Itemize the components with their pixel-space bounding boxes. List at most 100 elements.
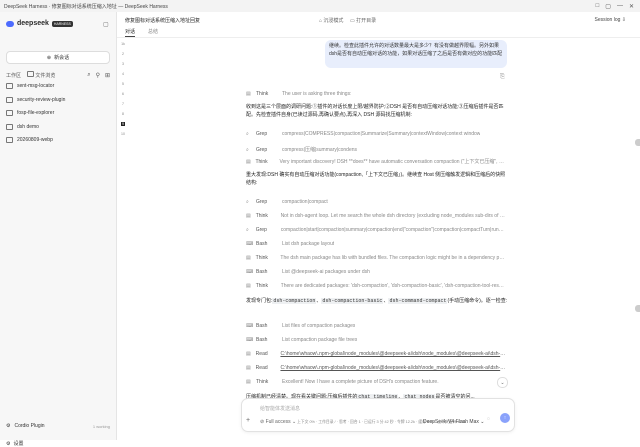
- window-close-icon[interactable]: ✕: [629, 3, 634, 10]
- plugin-row[interactable]: ⚙ Cordio Plugin 1 working: [6, 423, 110, 429]
- tool-detail: compaction|compact: [282, 199, 328, 205]
- tool-name: Read: [255, 351, 268, 357]
- tool-call-row[interactable]: ⌕ Grep compress|压缩|summary|condens: [246, 146, 506, 154]
- filter-icon[interactable]: ⚲: [96, 72, 100, 79]
- tool-detail: compress|压缩|summary|condens: [282, 147, 358, 153]
- tool-call-row[interactable]: ▤ Read C:\home\whaow\.npm-global\node_modu…: [246, 365, 506, 371]
- scroll-down-button[interactable]: ⌄: [497, 377, 508, 388]
- project-label: security-review-plugin: [17, 97, 66, 103]
- tool-call-row[interactable]: ▤ Think Very important discovery! DSH **do…: [246, 158, 506, 166]
- send-button[interactable]: ↑: [500, 413, 510, 423]
- ruler-tick[interactable]: 3: [122, 62, 124, 66]
- grep-icon: ⌕: [246, 199, 249, 205]
- new-chat-button[interactable]: ⊕ 新会话: [6, 51, 110, 64]
- tool-call-row[interactable]: ▤ Think The dsh main package has lib with …: [246, 255, 506, 261]
- folder-icon: [6, 110, 13, 116]
- assistant-paragraph: 重大发现:DSH 确实有自动压缩对话功能(compaction,「上下文已压缩」…: [246, 172, 506, 186]
- tool-detail[interactable]: C:\home\whaow\.npm-global\node_modules\@…: [280, 351, 506, 357]
- folder-icon: [27, 71, 35, 77]
- open-dir-button[interactable]: ▭ 打开目录: [350, 17, 376, 24]
- tool-call-row[interactable]: ⌕ Grep compaction|compact: [246, 199, 506, 205]
- attach-icon[interactable]: +: [246, 417, 250, 424]
- plugin-name: Cordio Plugin: [14, 423, 45, 429]
- project-item[interactable]: dsh demo: [6, 124, 110, 130]
- gear-icon: ⚙: [6, 440, 11, 447]
- tool-call-row[interactable]: ⌕ Grep compress|COMPRESS|compaction|Summar…: [246, 131, 506, 137]
- project-item[interactable]: security-review-plugin: [6, 97, 110, 103]
- ruler-tick[interactable]: 8: [122, 112, 124, 116]
- tool-detail: The user is asking three things:: [282, 91, 352, 97]
- tool-call-row[interactable]: ▤ Think There are dedicated packages: 'dsh…: [246, 283, 506, 289]
- tool-name: Think: [255, 158, 268, 165]
- think-icon: ▤: [246, 255, 251, 261]
- tool-call-row[interactable]: ▤ Read C:\home\whaow\.npm-global\node_modu…: [246, 351, 506, 357]
- workspace-row: 工作区 文件浏览 ⌕ ⚲ ⊞: [6, 71, 110, 79]
- project-item[interactable]: fosp-file-explorer: [6, 110, 110, 116]
- add-folder-icon[interactable]: ⊞: [105, 72, 110, 79]
- access-selector[interactable]: ⊘ Full access ⌄: [260, 419, 296, 425]
- project-item[interactable]: 20260809-webp: [6, 137, 110, 143]
- file-browser-tab[interactable]: 文件浏览: [27, 71, 55, 79]
- sidebar-collapse-icon[interactable]: ▢: [103, 21, 109, 28]
- tool-name: Bash: [256, 241, 268, 247]
- window-restore-icon[interactable]: ▢: [605, 3, 611, 10]
- ruler-tick-current[interactable]: 9: [121, 122, 125, 126]
- tool-name: Bash: [256, 269, 268, 275]
- window-minimize-icon[interactable]: —: [617, 3, 623, 10]
- ruler-tick[interactable]: 4: [122, 72, 124, 76]
- tool-detail: List @deepseek-ai packages under dsh: [282, 269, 370, 275]
- tool-call-row[interactable]: ⌨ Bash List compaction package file trees: [246, 337, 506, 343]
- inline-code: dsh-compaction-basic: [321, 298, 384, 304]
- tab-summary[interactable]: 总结: [148, 28, 158, 35]
- tool-call-row[interactable]: ⌨ Bash List files of compaction packages: [246, 323, 506, 329]
- tool-detail: There are dedicated packages: 'dsh-compa…: [280, 283, 506, 289]
- search-icon[interactable]: ⌕: [87, 72, 90, 79]
- tool-call-row[interactable]: ▤ Think The user is asking three things:: [246, 91, 506, 97]
- arrow-up-icon: ↑: [503, 415, 507, 421]
- tool-call-row[interactable]: ⌨ Bash List dsh package layout: [246, 241, 506, 247]
- workspace-tools: ⌕ ⚲ ⊞: [87, 72, 110, 79]
- tool-name: Think: [256, 91, 269, 97]
- tool-call-row[interactable]: ⌨ Bash List @deepseek-ai packages under ds…: [246, 269, 506, 275]
- tool-name: Grep: [256, 146, 268, 153]
- loading-icon: ◌: [487, 416, 490, 422]
- folder-icon: [6, 97, 13, 103]
- ruler-tick[interactable]: 6: [122, 92, 124, 96]
- bash-icon: ⌨: [246, 241, 254, 247]
- tool-detail[interactable]: C:\home\whaow\.npm-global\node_modules\@…: [280, 365, 506, 371]
- tool-call-row[interactable]: ⌕ Grep compaction|start|compaction|summary…: [246, 227, 506, 233]
- project-label: dsh demo: [17, 124, 39, 130]
- project-item[interactable]: sent-msg-locator: [6, 83, 110, 89]
- tool-call-row[interactable]: ▤ Think Excellent! Now I have a complete p…: [246, 379, 506, 385]
- tool-name: Think: [255, 255, 268, 261]
- bash-icon: ⌨: [246, 269, 254, 275]
- tool-detail: compaction|start|compaction|summary|comp…: [280, 227, 506, 233]
- tool-name: Bash: [256, 323, 268, 329]
- plugin-status: 1 working: [92, 423, 110, 429]
- assistant-paragraph: 发现专门包:dsh-compaction、dsh-compaction-basi…: [246, 298, 508, 304]
- assistant-paragraph: 收到这是三个层面的调研问题:①插件的对话长度上限/越界防护;②DSH 是否有自动…: [246, 104, 504, 118]
- model-selector[interactable]: DeepSeek-V4-Flash Max ⌄: [423, 419, 484, 425]
- ruler-tick[interactable]: 7: [122, 102, 124, 106]
- read-icon: ▤: [246, 365, 251, 371]
- message-input[interactable]: 给智能体发送消息: [260, 405, 300, 412]
- immersive-mode-button[interactable]: ⌂ 沉浸模式: [319, 17, 343, 24]
- page-title: 修复图标对话系统压缩入地址回复: [125, 18, 201, 24]
- settings-button[interactable]: ⚙ 设置: [6, 440, 24, 447]
- tool-detail: List files of compaction packages: [282, 323, 356, 329]
- copy-icon[interactable]: ⎘: [500, 74, 505, 81]
- session-log-button[interactable]: Session log ⇩: [595, 17, 626, 23]
- brand-tag: HARNESS: [51, 20, 73, 27]
- folder-icon: [6, 137, 13, 143]
- tool-call-row[interactable]: ▤ Think Not in dsh-agent loop. Let me sear…: [246, 213, 506, 219]
- tool-detail: Excellent! Now I have a complete picture…: [282, 379, 439, 385]
- tab-chat[interactable]: 对话: [125, 28, 136, 37]
- ruler-tick[interactable]: 2: [122, 52, 124, 56]
- tool-detail: List dsh package layout: [282, 241, 335, 247]
- scrollbar[interactable]: [636, 28, 639, 408]
- window-layout-icon[interactable]: □: [596, 3, 600, 10]
- chevron-down-icon: ⌄: [500, 379, 505, 386]
- ruler-tick[interactable]: 1k: [121, 42, 125, 46]
- ruler-tick[interactable]: 10: [121, 132, 125, 136]
- ruler-tick[interactable]: 5: [122, 82, 124, 86]
